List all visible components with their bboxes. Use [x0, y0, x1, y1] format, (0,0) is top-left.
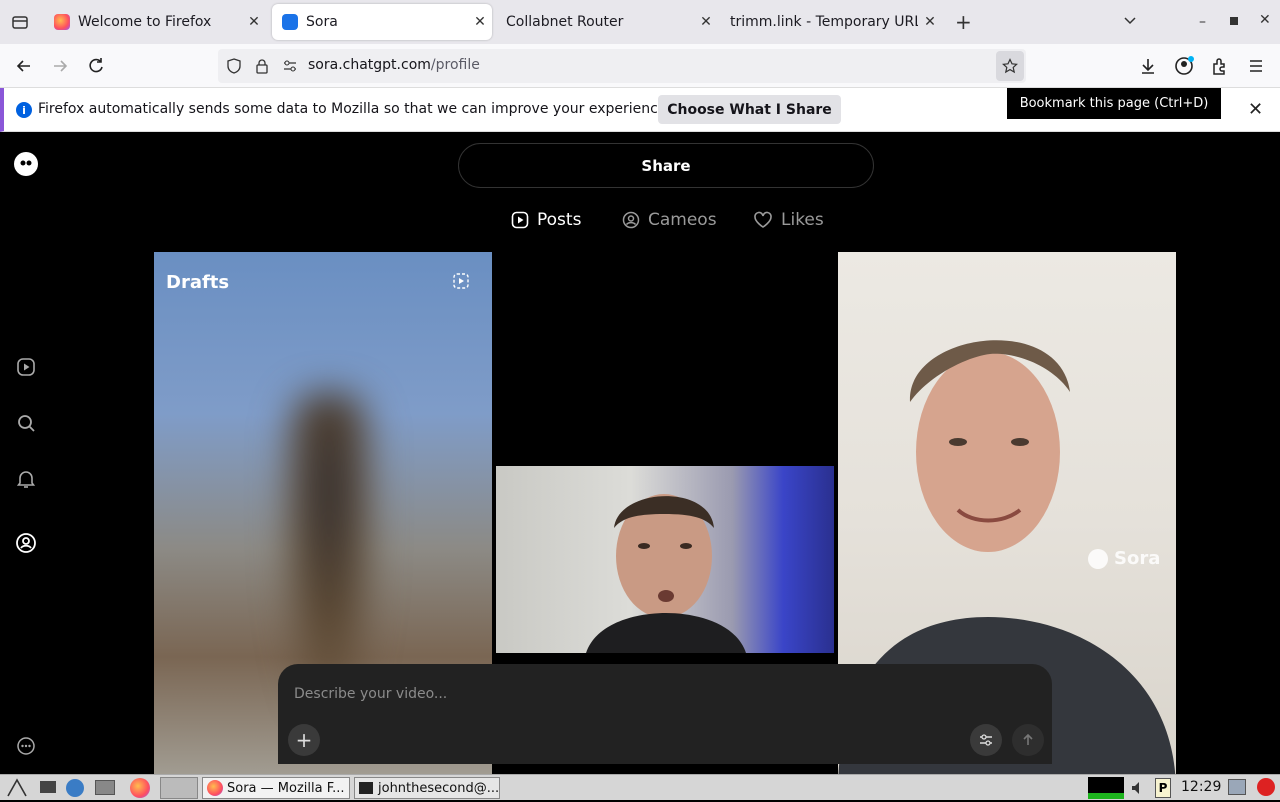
permissions-icon[interactable]	[282, 58, 298, 78]
person-face-image	[586, 494, 746, 653]
more-options-icon[interactable]	[14, 734, 38, 758]
tab-sora[interactable]: Sora ✕	[272, 4, 492, 40]
app-menu-icon[interactable]	[1246, 56, 1266, 80]
tab-strip: Welcome to Firefox ✕ Sora ✕ Collabnet Ro…	[0, 0, 1280, 44]
submit-button[interactable]	[1012, 724, 1044, 756]
blank-launcher[interactable]	[160, 777, 198, 799]
video-thumbnail-2[interactable]	[496, 466, 834, 653]
cameos-icon	[622, 211, 640, 229]
tab-label: Posts	[537, 210, 582, 230]
navigation-toolbar: sora.chatgpt.com/profile	[0, 44, 1280, 88]
terminal-icon	[359, 782, 373, 794]
sora-watermark-logo-icon	[1088, 548, 1108, 569]
new-tab-icon[interactable]: +	[955, 10, 972, 34]
network-globe-icon[interactable]	[66, 779, 84, 797]
task-label: johnthesecond@...	[378, 780, 500, 796]
clock[interactable]: 12:29	[1181, 779, 1221, 795]
url-domain: sora.chatgpt.com	[308, 57, 431, 73]
info-icon: i	[16, 102, 32, 118]
tab-title: Welcome to Firefox	[78, 14, 212, 30]
address-bar[interactable]: sora.chatgpt.com/profile	[218, 49, 1026, 83]
sora-favicon-icon	[282, 14, 298, 30]
video-prompt-composer: Describe your video... +	[278, 664, 1052, 764]
tab-collabnet-router[interactable]: Collabnet Router ✕	[496, 4, 718, 40]
list-all-tabs-chevron-icon[interactable]	[1122, 12, 1138, 32]
sora-watermark: Sora	[1088, 548, 1160, 569]
close-notification-icon[interactable]: ✕	[1248, 99, 1263, 120]
tab-label: Likes	[781, 210, 824, 230]
bookmark-tooltip: Bookmark this page (Ctrl+D)	[1007, 88, 1221, 119]
lock-icon[interactable]	[254, 58, 270, 78]
tracking-protection-shield-icon[interactable]	[226, 58, 242, 78]
file-manager-icon[interactable]	[95, 780, 115, 795]
extensions-icon[interactable]	[1210, 56, 1230, 80]
posts-play-icon	[511, 211, 529, 229]
tab-title: trimm.link - Temporary URL	[730, 14, 918, 30]
close-tab-icon[interactable]: ✕	[468, 14, 492, 30]
home-feed-icon[interactable]	[14, 355, 38, 379]
cpu-monitor-graph	[1088, 777, 1124, 799]
prompt-input[interactable]: Describe your video...	[294, 686, 447, 702]
show-desktop-icon[interactable]	[40, 781, 56, 793]
taskbar-task-terminal[interactable]: johnthesecond@...	[354, 777, 500, 799]
downloads-icon[interactable]	[1138, 56, 1158, 80]
volume-icon[interactable]	[1130, 780, 1148, 800]
minimize-icon[interactable]: –	[1199, 14, 1206, 30]
maximize-icon[interactable]	[1230, 17, 1238, 25]
tab-title: Collabnet Router	[506, 14, 624, 30]
sora-app: Share Posts Cameos Likes Drafts Sora Des…	[0, 132, 1280, 774]
watermark-text: Sora	[1114, 548, 1161, 569]
bookmark-star-icon[interactable]	[996, 51, 1024, 81]
screen-icon[interactable]	[1228, 779, 1246, 795]
reload-icon[interactable]	[86, 56, 106, 80]
heart-icon	[754, 211, 772, 228]
tab-label: Cameos	[648, 210, 717, 230]
search-icon[interactable]	[14, 411, 38, 435]
close-tab-icon[interactable]: ✕	[918, 14, 942, 30]
taskbar-task-firefox[interactable]: Sora — Mozilla F...	[202, 777, 350, 799]
firefox-icon	[54, 14, 70, 30]
back-icon[interactable]	[14, 56, 34, 80]
tab-welcome-firefox[interactable]: Welcome to Firefox ✕	[44, 4, 266, 40]
drafts-title: Drafts	[166, 272, 230, 293]
close-window-icon[interactable]: ✕	[1259, 12, 1271, 28]
firefox-icon	[207, 780, 223, 796]
close-tab-icon[interactable]: ✕	[242, 14, 266, 30]
settings-sliders-button[interactable]	[970, 724, 1002, 756]
tab-cameos[interactable]: Cameos	[622, 210, 717, 230]
arrow-up-icon	[1023, 733, 1033, 745]
tab-title: Sora	[306, 14, 338, 30]
tab-posts[interactable]: Posts	[511, 210, 581, 230]
power-icon[interactable]	[1257, 778, 1275, 796]
tab-overview-icon[interactable]	[10, 12, 30, 32]
url-text: sora.chatgpt.com/profile	[308, 57, 480, 73]
drafts-select-icon[interactable]	[452, 272, 470, 294]
start-menu-icon[interactable]	[6, 778, 28, 798]
profile-icon[interactable]	[14, 531, 38, 555]
clipboard-indicator-icon[interactable]: P	[1155, 778, 1171, 798]
close-tab-icon[interactable]: ✕	[694, 14, 718, 30]
sliders-icon	[980, 734, 992, 746]
notification-text: Firefox automatically sends some data to…	[38, 101, 671, 117]
sora-logo-icon[interactable]	[14, 152, 38, 176]
add-attachment-button[interactable]: +	[288, 724, 320, 756]
forward-icon[interactable]	[50, 56, 70, 80]
tab-likes[interactable]: Likes	[753, 210, 824, 230]
choose-what-i-share-button[interactable]: Choose What I Share	[658, 95, 841, 124]
url-path: /profile	[430, 57, 480, 73]
tab-trimm-link[interactable]: trimm.link - Temporary URL ✕	[720, 4, 942, 40]
notifications-bell-icon[interactable]	[14, 467, 38, 491]
task-label: Sora — Mozilla F...	[227, 780, 345, 796]
account-icon[interactable]	[1174, 56, 1194, 80]
os-taskbar: Sora — Mozilla F... johnthesecond@... P …	[0, 774, 1280, 800]
share-button[interactable]: Share	[458, 143, 874, 188]
firefox-launcher-icon[interactable]	[130, 778, 150, 798]
